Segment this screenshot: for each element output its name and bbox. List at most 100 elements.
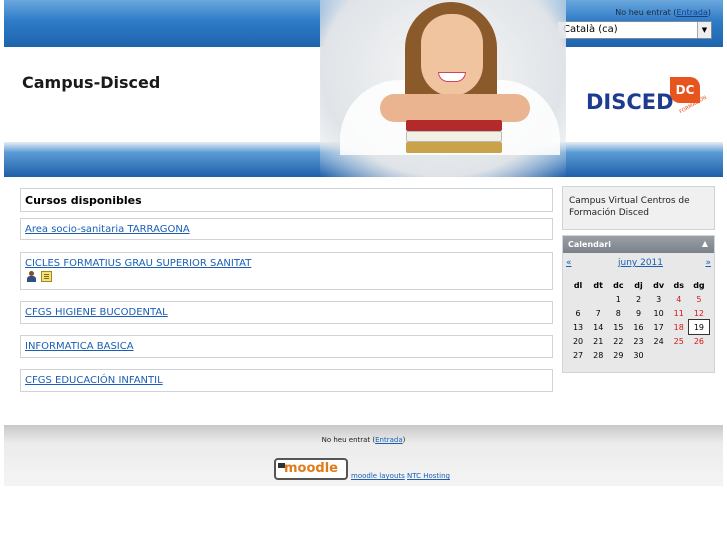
calendar-title: Calendari xyxy=(568,240,611,249)
calendar-day[interactable]: 13 xyxy=(568,320,588,334)
footer-login-link[interactable]: Entrada xyxy=(375,436,403,444)
ntc-hosting-link[interactable]: NTC Hosting xyxy=(407,472,450,480)
collapse-icon[interactable]: ▲ xyxy=(702,239,708,248)
calendar-day-today[interactable]: 19 xyxy=(687,319,711,335)
calendar-day[interactable]: 2 xyxy=(628,292,648,306)
course-item: CFGS HIGIENE BUCODENTAL xyxy=(20,301,553,324)
campus-description: Campus Virtual Centros de Formación Disc… xyxy=(569,196,690,218)
moodle-logo[interactable]: moodle xyxy=(274,458,348,480)
calendar-day[interactable]: 14 xyxy=(588,320,608,334)
weekday-label: dl xyxy=(573,280,583,290)
course-link[interactable]: CICLES FORMATIUS GRAU SUPERIOR SANITAT xyxy=(25,258,251,269)
calendar-weekday-row: dl dt dc dj dv ds dg xyxy=(568,278,709,292)
calendar-day[interactable]: 17 xyxy=(649,320,669,334)
site-title: Campus-Disced xyxy=(22,73,161,92)
course-link[interactable]: INFORMATICA BASICA xyxy=(25,341,134,352)
calendar-day[interactable]: 4 xyxy=(669,292,689,306)
language-select[interactable]: Català (ca) ▼ xyxy=(557,21,712,39)
calendar-day[interactable]: 9 xyxy=(628,306,648,320)
course-link[interactable]: CFGS HIGIENE BUCODENTAL xyxy=(25,307,168,318)
calendar-day[interactable]: 27 xyxy=(568,348,588,362)
footer-login-info: No heu entrat (Entrada) xyxy=(4,436,723,444)
chevron-down-icon[interactable]: ▼ xyxy=(697,22,711,38)
calendar-week: 20 21 22 23 24 25 26 xyxy=(568,334,709,348)
calendar-header: Calendari ▲ xyxy=(563,236,714,253)
calendar-day[interactable]: 7 xyxy=(588,306,608,320)
footer-login-suffix: ) xyxy=(402,436,406,444)
weekday-label: dv xyxy=(653,280,665,290)
calendar-day xyxy=(649,348,669,362)
calendar-day xyxy=(568,292,588,306)
info-icon[interactable] xyxy=(41,271,52,282)
moodle-layouts-link[interactable]: moodle layouts xyxy=(351,472,405,480)
login-link[interactable]: Entrada xyxy=(676,8,707,17)
calendar-day[interactable]: 15 xyxy=(608,320,628,334)
page-header: No heu entrat (Entrada) Català (ca) ▼ Ca… xyxy=(4,0,723,177)
calendar-day[interactable]: 16 xyxy=(628,320,648,334)
calendar-day[interactable]: 24 xyxy=(649,334,669,348)
login-prefix: No heu entrat ( xyxy=(615,8,677,17)
weekday-label: dt xyxy=(593,280,603,290)
weekday-label: dj xyxy=(634,280,643,290)
calendar-month[interactable]: juny 2011 xyxy=(618,258,663,268)
calendar-day[interactable]: 1 xyxy=(608,292,628,306)
calendar-day[interactable]: 25 xyxy=(669,334,689,348)
calendar-day[interactable]: 18 xyxy=(669,320,689,334)
available-courses-title: Cursos disponibles xyxy=(25,194,142,207)
course-link[interactable]: Area socio-sanitaria TARRAGONA xyxy=(25,224,190,235)
calendar-day[interactable]: 8 xyxy=(608,306,628,320)
calendar-week: 27 28 29 30 xyxy=(568,348,709,362)
calendar-day[interactable]: 20 xyxy=(568,334,588,348)
logo-text: DISCED xyxy=(586,90,674,114)
calendar-day[interactable]: 3 xyxy=(649,292,669,306)
course-item: CFGS EDUCACIÓN INFANTIL xyxy=(20,369,553,392)
login-suffix: ) xyxy=(707,8,711,17)
calendar-week: 6 7 8 9 10 11 12 xyxy=(568,306,709,320)
calendar-day xyxy=(669,348,689,362)
calendar-block: Calendari ▲ « juny 2011 » dl dt dc dj dv… xyxy=(562,235,715,373)
calendar-week: 13 14 15 16 17 18 19 xyxy=(568,319,711,335)
banner-book xyxy=(406,131,502,142)
available-courses-header: Cursos disponibles xyxy=(20,188,553,212)
banner-book xyxy=(406,142,502,153)
disced-logo: DISCED DC FORMACIÓN xyxy=(582,74,712,118)
course-link[interactable]: CFGS EDUCACIÓN INFANTIL xyxy=(25,375,163,386)
calendar-day[interactable]: 30 xyxy=(628,348,648,362)
calendar-day[interactable]: 29 xyxy=(608,348,628,362)
banner-face xyxy=(421,14,483,96)
banner-book xyxy=(406,120,502,131)
banner-arms xyxy=(380,94,530,122)
calendar-day[interactable]: 6 xyxy=(568,306,588,320)
calendar-grid: dl dt dc dj dv ds dg 1 2 3 4 5 6 7 8 9 1… xyxy=(568,278,711,362)
weekday-label: ds xyxy=(673,280,685,290)
course-item: CICLES FORMATIUS GRAU SUPERIOR SANITAT xyxy=(20,252,553,290)
calendar-day[interactable]: 22 xyxy=(608,334,628,348)
weekday-label: dg xyxy=(693,280,705,290)
calendar-day[interactable]: 21 xyxy=(588,334,608,348)
language-selected: Català (ca) xyxy=(563,24,618,35)
course-icons xyxy=(26,271,56,290)
calendar-day[interactable]: 28 xyxy=(588,348,608,362)
calendar-day[interactable]: 11 xyxy=(669,306,689,320)
calendar-day[interactable]: 10 xyxy=(649,306,669,320)
footer-login-prefix: No heu entrat ( xyxy=(321,436,376,444)
page-footer: No heu entrat (Entrada) moodle moodle la… xyxy=(4,425,723,486)
calendar-nav: « juny 2011 » xyxy=(563,258,714,272)
calendar-week: 1 2 3 4 5 xyxy=(568,292,709,306)
calendar-prev-month[interactable]: « xyxy=(566,258,572,268)
course-item: Area socio-sanitaria TARRAGONA xyxy=(20,218,553,240)
calendar-day[interactable]: 5 xyxy=(689,292,709,306)
teacher-icon[interactable] xyxy=(26,271,37,282)
login-info: No heu entrat (Entrada) xyxy=(615,8,711,17)
calendar-day[interactable]: 26 xyxy=(689,334,709,348)
calendar-next-month[interactable]: » xyxy=(705,258,711,268)
graduation-cap-icon xyxy=(278,463,285,468)
calendar-day xyxy=(689,348,709,362)
calendar-day[interactable]: 12 xyxy=(689,306,709,320)
calendar-day[interactable]: 23 xyxy=(628,334,648,348)
campus-description-block: Campus Virtual Centros de Formación Disc… xyxy=(562,186,715,230)
calendar-day xyxy=(588,292,608,306)
weekday-label: dc xyxy=(613,280,624,290)
header-banner-image xyxy=(320,0,566,177)
moodle-logo-text: moodle xyxy=(284,461,338,476)
